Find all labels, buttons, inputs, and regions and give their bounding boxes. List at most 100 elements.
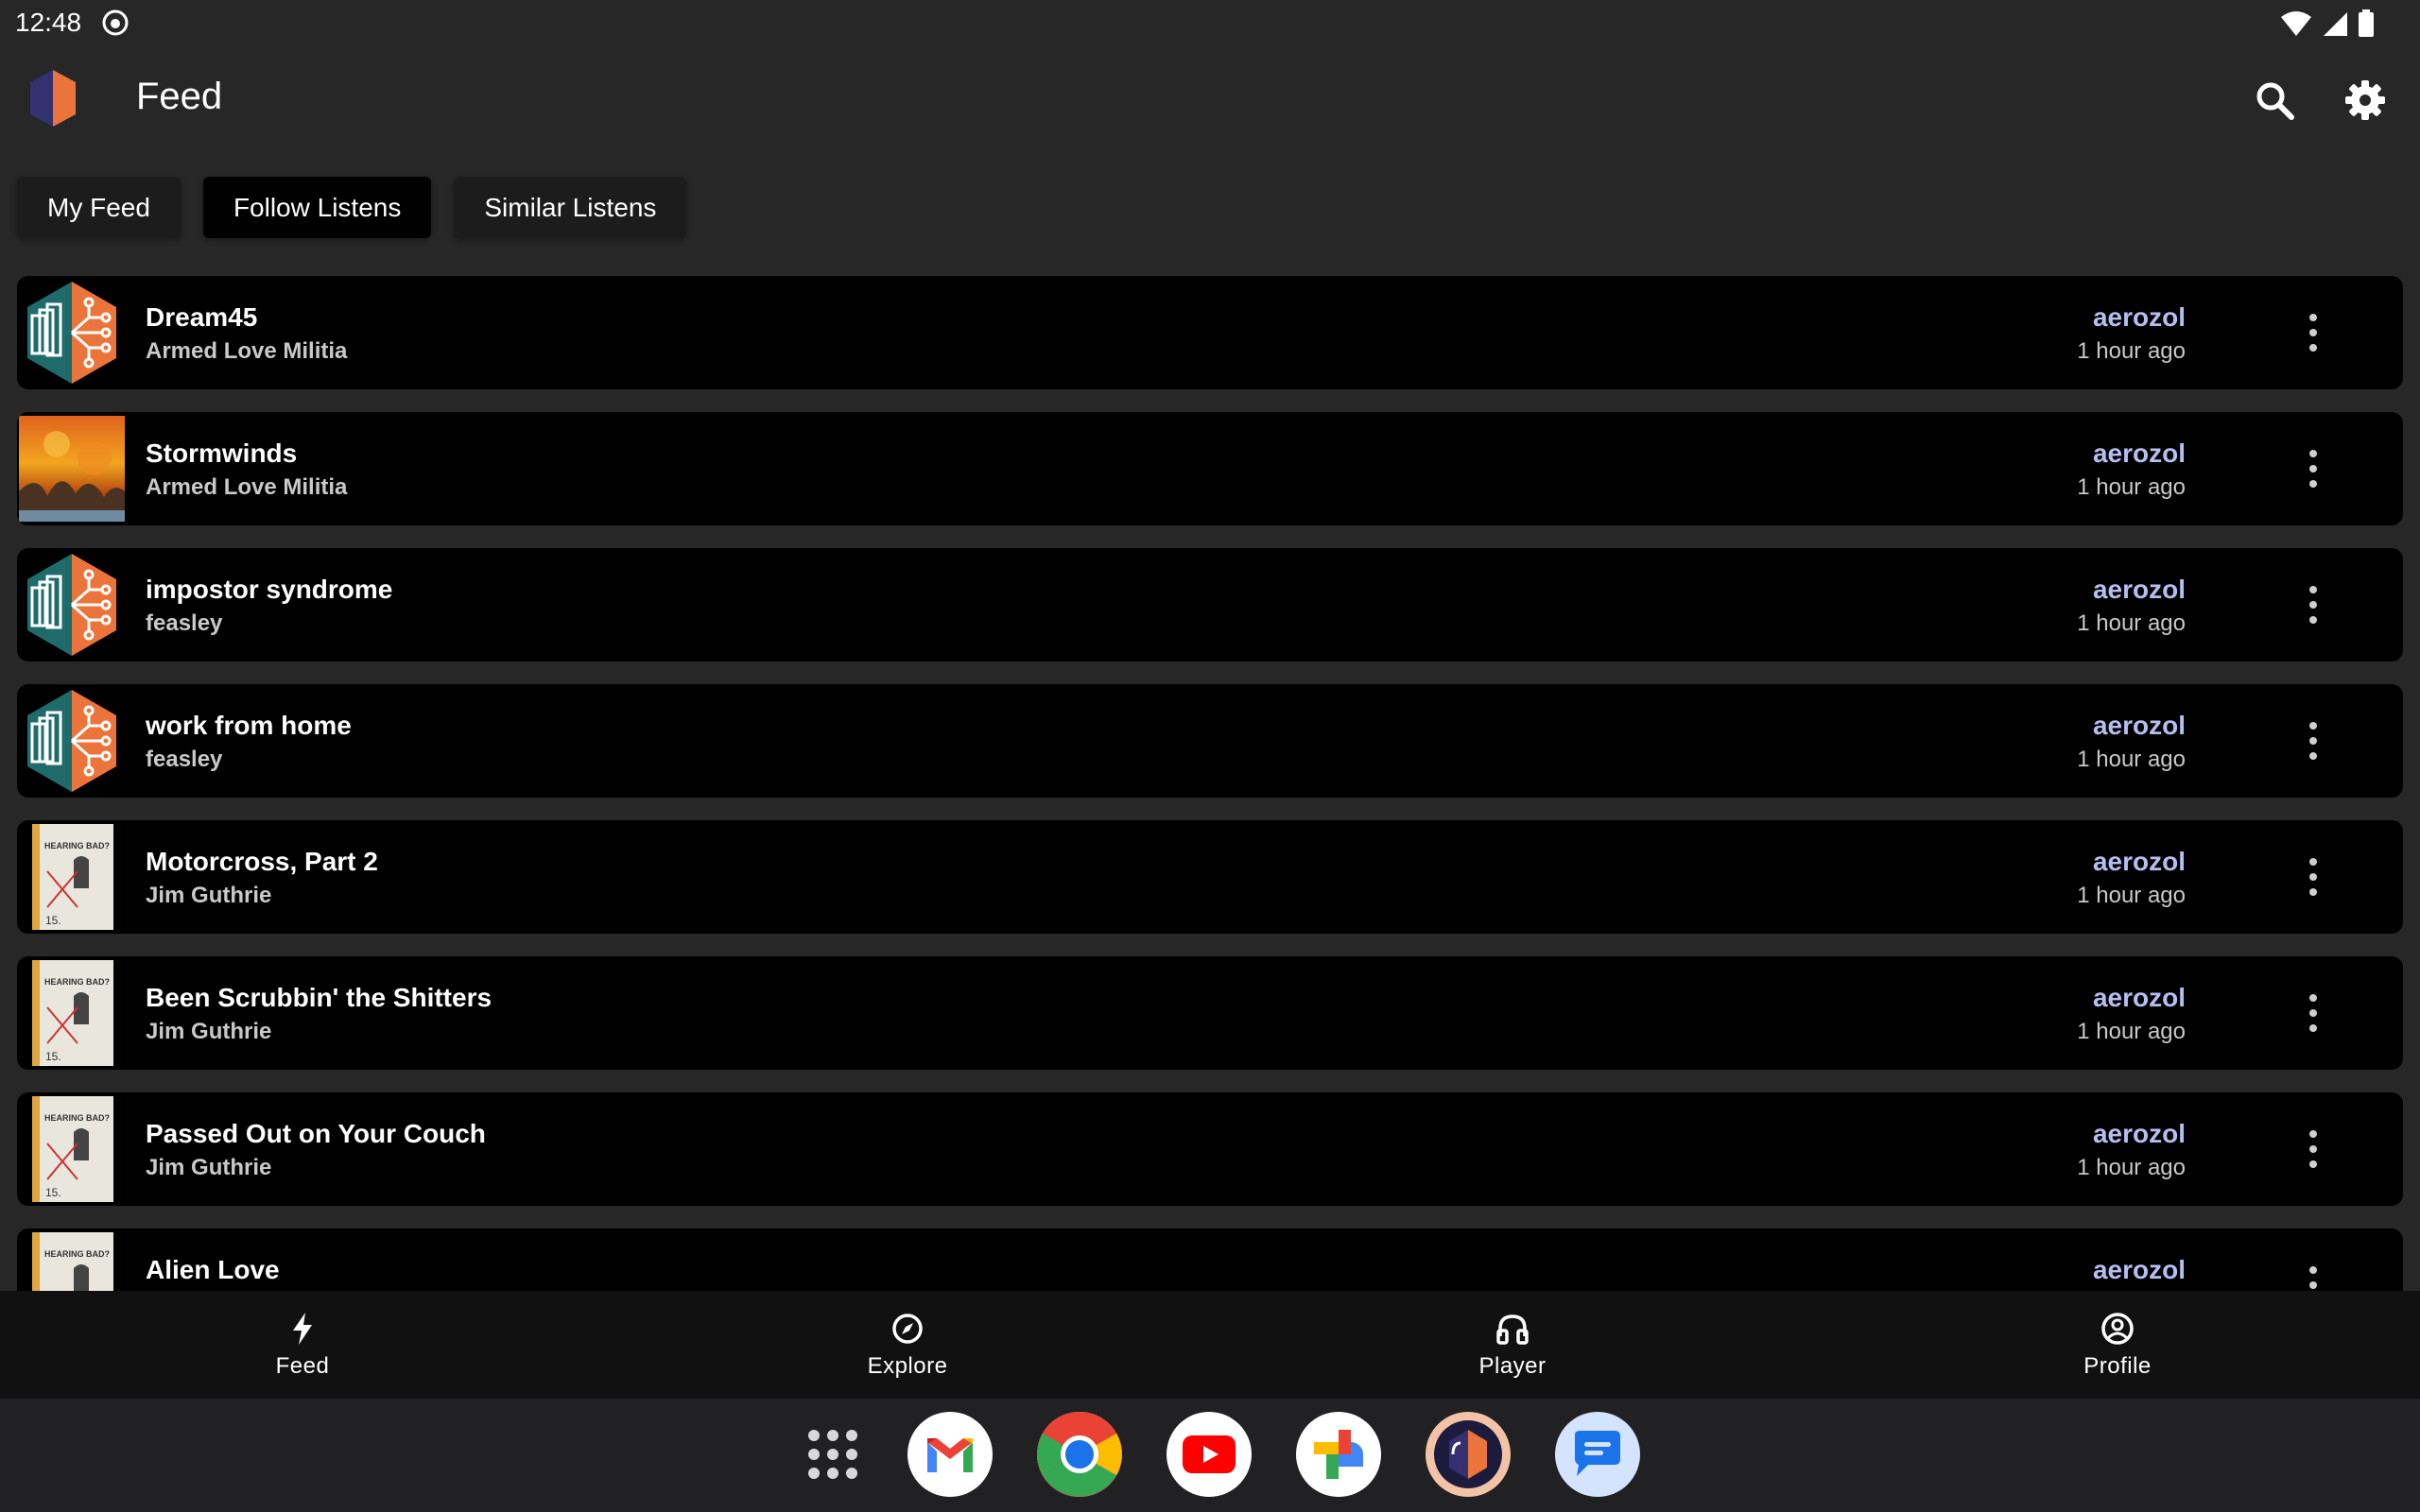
nav-player-label: Player [1478, 1353, 1547, 1379]
bottom-navigation: Feed Explore Player Profile [0, 1291, 2420, 1399]
cover-art-text: HEARING BAD? [44, 1113, 110, 1123]
listenbrainz-app[interactable] [1426, 1412, 1511, 1497]
messages-icon [1575, 1431, 1620, 1476]
listen-username[interactable]: aerozol [2093, 575, 2186, 605]
listen-row[interactable]: Dream45 Armed Love Militia aerozol 1 hou… [17, 276, 2403, 389]
svg-text:15.: 15. [45, 1050, 61, 1063]
listen-username[interactable]: aerozol [2093, 847, 2186, 877]
track-artist: Jim Guthrie [146, 1019, 272, 1044]
nav-feed[interactable]: Feed [208, 1312, 397, 1380]
cover-art-placeholder-icon [27, 282, 116, 384]
listen-row[interactable]: HEARING BAD? 15. Passed Out on Your Couc… [17, 1092, 2403, 1206]
account-circle-icon [2101, 1313, 2134, 1345]
gmail-app[interactable] [908, 1412, 993, 1497]
listen-time: 1 hour ago [2077, 747, 2186, 772]
tab-similar-listens[interactable]: Similar Listens [454, 177, 687, 238]
listen-time: 1 hour ago [2077, 883, 2186, 908]
search-icon [2256, 82, 2294, 120]
wifi-icon [2281, 11, 2311, 36]
nav-player[interactable]: Player [1418, 1312, 1607, 1380]
listenbrainz-logo-icon [30, 70, 76, 127]
listen-row[interactable]: impostor syndrome feasley aerozol 1 hour… [17, 548, 2403, 662]
listen-row[interactable]: Stormwinds Armed Love Militia aerozol 1 … [17, 412, 2403, 525]
cover-art-placeholder-icon [27, 690, 116, 792]
listen-username[interactable]: aerozol [2093, 1255, 2186, 1285]
bolt-icon [293, 1313, 312, 1345]
more-options-icon[interactable] [2299, 849, 2327, 905]
listen-username[interactable]: aerozol [2093, 1119, 2186, 1149]
nav-explore-label: Explore [867, 1353, 948, 1379]
app-drawer-button[interactable] [790, 1412, 875, 1497]
search-button[interactable] [2246, 72, 2303, 129]
album-cover-image: HEARING BAD? 15. [32, 824, 125, 930]
battery-icon [2359, 9, 2374, 37]
listen-username[interactable]: aerozol [2093, 302, 2186, 333]
nav-feed-label: Feed [275, 1353, 330, 1379]
settings-button[interactable] [2337, 72, 2394, 129]
compass-icon [892, 1314, 923, 1344]
track-title: impostor syndrome [146, 575, 393, 604]
track-artist: feasley [146, 610, 223, 636]
svg-text:15.: 15. [45, 914, 61, 927]
screen: 12:48 Feed My Feed Follow Listens Simila… [0, 0, 2420, 1512]
album-cover-image: HEARING BAD? [32, 1232, 125, 1291]
more-options-icon[interactable] [2299, 985, 2327, 1041]
track-title: Dream45 [146, 302, 258, 332]
listen-row[interactable]: work from home feasley aerozol 1 hour ag… [17, 684, 2403, 798]
nav-profile[interactable]: Profile [2023, 1312, 2212, 1380]
track-title: Stormwinds [146, 438, 298, 468]
notification-app-icon [102, 9, 129, 36]
track-artist: Jim Guthrie [146, 883, 272, 908]
listen-time: 1 hour ago [2077, 338, 2186, 364]
app-grid-icon [808, 1430, 857, 1479]
listen-list[interactable]: Dream45 Armed Love Militia aerozol 1 hou… [17, 276, 2403, 1291]
cover-art-placeholder-icon [27, 554, 116, 656]
cover-art-text: HEARING BAD? [44, 1249, 110, 1259]
youtube-icon [1183, 1435, 1236, 1473]
track-title: Passed Out on Your Couch [146, 1119, 486, 1148]
page-title: Feed [136, 76, 223, 117]
photos-app[interactable] [1296, 1412, 1381, 1497]
more-options-icon[interactable] [2299, 440, 2327, 497]
status-bar: 12:48 [0, 0, 2420, 49]
gear-icon [2345, 80, 2385, 120]
more-options-icon[interactable] [2299, 304, 2327, 361]
feed-tabs: My Feed Follow Listens Similar Listens [17, 177, 687, 238]
tab-my-feed[interactable]: My Feed [17, 177, 181, 238]
album-cover-image: HEARING BAD? 15. [32, 960, 125, 1066]
track-artist: Jim Guthrie [146, 1155, 272, 1180]
cellular-signal-icon [2324, 12, 2347, 36]
listen-time: 1 hour ago [2077, 610, 2186, 636]
cover-art-text: HEARING BAD? [44, 977, 110, 987]
track-artist: Armed Love Militia [146, 338, 348, 364]
listen-row[interactable]: HEARING BAD? 15. Motorcross, Part 2 Jim … [17, 820, 2403, 934]
listen-username[interactable]: aerozol [2093, 983, 2186, 1013]
album-cover-image: HEARING BAD? 15. [32, 1096, 125, 1202]
messages-app[interactable] [1555, 1412, 1640, 1497]
svg-text:15.: 15. [45, 1186, 61, 1199]
more-options-icon[interactable] [2299, 1257, 2327, 1291]
listen-time: 1 hour ago [2077, 1155, 2186, 1180]
track-title: work from home [146, 711, 352, 740]
track-artist: feasley [146, 747, 223, 772]
more-options-icon[interactable] [2299, 713, 2327, 769]
track-title: Motorcross, Part 2 [146, 847, 378, 876]
youtube-app[interactable] [1167, 1412, 1252, 1497]
listen-row[interactable]: HEARING BAD? Alien Love aerozol [17, 1228, 2403, 1291]
more-options-icon[interactable] [2299, 1121, 2327, 1177]
cover-art-text: HEARING BAD? [44, 841, 110, 850]
listen-username[interactable]: aerozol [2093, 438, 2186, 469]
listen-row[interactable]: HEARING BAD? 15. Been Scrubbin' the Shit… [17, 956, 2403, 1070]
tab-follow-listens[interactable]: Follow Listens [202, 177, 432, 238]
listen-username[interactable]: aerozol [2093, 711, 2186, 741]
headphones-icon [1496, 1314, 1529, 1345]
album-cover-image [19, 416, 125, 522]
more-options-icon[interactable] [2299, 576, 2327, 633]
taskbar-dock [0, 1399, 2420, 1512]
track-title: Alien Love [146, 1255, 280, 1284]
gmail-icon [927, 1438, 973, 1472]
chrome-app[interactable] [1037, 1412, 1122, 1497]
track-artist: Armed Love Militia [146, 474, 348, 500]
nav-explore[interactable]: Explore [813, 1312, 1002, 1380]
listenbrainz-icon [1434, 1420, 1502, 1488]
